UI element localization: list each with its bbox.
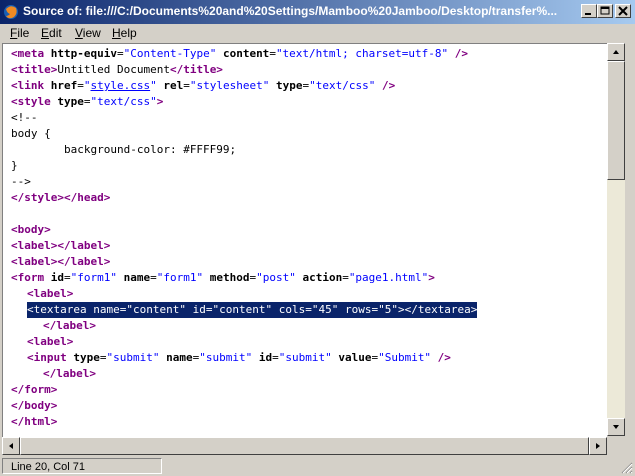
resize-grip-icon[interactable] <box>621 462 633 474</box>
source-line[interactable]: </form> <box>11 382 57 398</box>
maximize-button[interactable] <box>597 4 613 18</box>
source-line[interactable]: <input type="submit" name="submit" id="s… <box>27 350 451 366</box>
scroll-right-button[interactable] <box>589 437 607 455</box>
source-line[interactable]: </body> <box>11 398 57 414</box>
source-line[interactable]: <title>Untitled Document</title> <box>11 62 223 78</box>
close-button[interactable] <box>615 4 631 18</box>
status-bar: Line 20, Col 71 <box>0 456 635 476</box>
maximize-icon <box>600 6 610 15</box>
source-line[interactable]: } <box>11 158 18 174</box>
source-line[interactable]: <label> <box>27 334 73 350</box>
menu-bar: File Edit View Help <box>0 24 635 42</box>
source-line[interactable]: <body> <box>11 222 51 238</box>
menu-view[interactable]: View <box>75 26 101 40</box>
source-line[interactable]: body { <box>11 126 51 142</box>
source-view[interactable]: <meta http-equiv="Content-Type" content=… <box>2 43 607 437</box>
minimize-button[interactable] <box>581 4 597 18</box>
source-line[interactable]: background-color: #FFFF99; <box>11 142 236 158</box>
source-line[interactable]: <style type="text/css"> <box>11 94 163 110</box>
title-bar[interactable]: Source of: file:///C:/Documents%20and%20… <box>0 0 635 24</box>
scroll-up-button[interactable] <box>607 43 625 61</box>
source-line[interactable]: </label> <box>43 366 96 382</box>
selected-source-line[interactable]: <textarea name="content" id="content" co… <box>27 302 478 318</box>
menu-edit[interactable]: Edit <box>41 26 62 40</box>
menu-file[interactable]: File <box>10 26 29 40</box>
arrow-down-icon <box>613 425 619 429</box>
window-title: Source of: file:///C:/Documents%20and%20… <box>23 4 558 18</box>
view-source-window: Source of: file:///C:/Documents%20and%20… <box>0 0 635 476</box>
close-icon <box>618 6 628 16</box>
arrow-left-icon <box>9 443 13 449</box>
scroll-down-button[interactable] <box>607 418 625 436</box>
arrow-right-icon <box>596 443 600 449</box>
menu-help[interactable]: Help <box>112 26 137 40</box>
source-line[interactable]: </html> <box>11 414 57 430</box>
source-line[interactable]: --> <box>11 174 31 190</box>
source-line[interactable]: <label></label> <box>11 238 110 254</box>
vertical-scrollbar[interactable] <box>607 43 625 436</box>
source-line[interactable]: <meta http-equiv="Content-Type" content=… <box>11 46 468 62</box>
source-line[interactable]: <link href="style.css" rel="stylesheet" … <box>11 78 395 94</box>
minimize-icon <box>585 13 591 15</box>
source-line[interactable]: </label> <box>43 318 96 334</box>
stylesheet-link[interactable]: style.css <box>91 79 151 92</box>
scrollbar-corner <box>607 437 625 455</box>
source-line[interactable]: <label></label> <box>11 254 110 270</box>
firefox-icon <box>4 5 18 19</box>
source-line[interactable]: <form id="form1" name="form1" method="po… <box>11 270 435 286</box>
source-line[interactable]: <label> <box>27 286 73 302</box>
source-line[interactable]: </style></head> <box>11 190 110 206</box>
horizontal-scrollbar[interactable] <box>2 437 607 455</box>
horizontal-scroll-thumb[interactable] <box>20 437 589 455</box>
source-line[interactable]: <!-- <box>11 110 38 126</box>
cursor-position: Line 20, Col 71 <box>2 458 162 474</box>
vertical-scroll-thumb[interactable] <box>607 61 625 180</box>
scroll-left-button[interactable] <box>2 437 20 455</box>
arrow-up-icon <box>613 50 619 54</box>
